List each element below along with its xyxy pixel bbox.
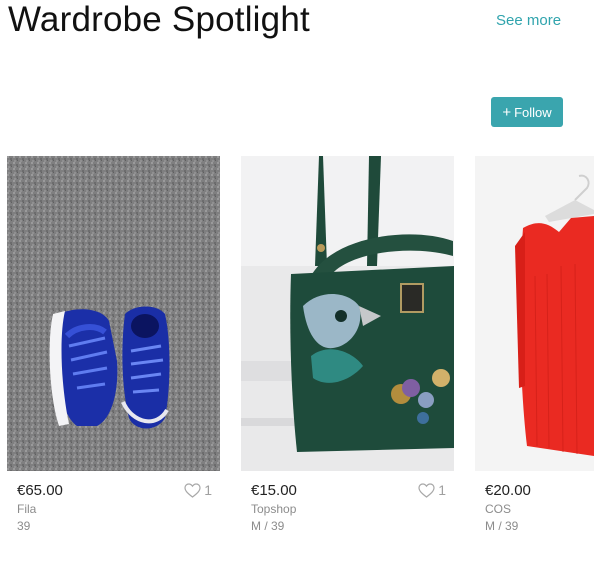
plus-icon: +	[502, 103, 512, 121]
item-size: M / 39	[251, 519, 285, 533]
follow-label: Follow	[514, 104, 552, 120]
item-photo-handbag[interactable]	[241, 156, 454, 471]
item-meta: €20.00 COS M / 39	[475, 471, 594, 541]
item-price: €15.00	[251, 482, 297, 499]
item-card[interactable]: €65.00 1 Fila 39	[7, 156, 220, 541]
item-brand[interactable]: COS	[485, 502, 511, 516]
item-size: M / 39	[485, 519, 519, 533]
item-meta: €15.00 1 Topshop M / 39	[241, 471, 454, 541]
like-count: 1	[204, 482, 212, 498]
like-button[interactable]: 1	[418, 482, 446, 498]
sneakers-image	[7, 156, 220, 471]
heart-icon	[184, 482, 201, 498]
handbag-image	[241, 156, 454, 471]
item-price: €20.00	[485, 482, 531, 499]
like-button[interactable]: 1	[184, 482, 212, 498]
item-brand[interactable]: Topshop	[251, 502, 296, 516]
item-card[interactable]: €20.00 COS M / 39	[475, 156, 594, 541]
follow-button[interactable]: + Follow	[491, 97, 563, 127]
item-photo-dress[interactable]	[475, 156, 594, 471]
item-meta: €65.00 1 Fila 39	[7, 471, 220, 541]
see-more-link[interactable]: See more	[496, 12, 561, 29]
section-title: Wardrobe Spotlight	[8, 0, 310, 39]
item-size: 39	[17, 519, 31, 533]
heart-icon	[418, 482, 435, 498]
item-card[interactable]: €15.00 1 Topshop M / 39	[241, 156, 454, 541]
item-brand[interactable]: Fila	[17, 502, 36, 516]
wardrobe-spotlight-section: Wardrobe Spotlight See more + Follow €65…	[0, 0, 594, 565]
like-count: 1	[438, 482, 446, 498]
item-price: €65.00	[17, 482, 63, 499]
dress-image	[475, 156, 594, 471]
item-photo-sneakers[interactable]	[7, 156, 220, 471]
